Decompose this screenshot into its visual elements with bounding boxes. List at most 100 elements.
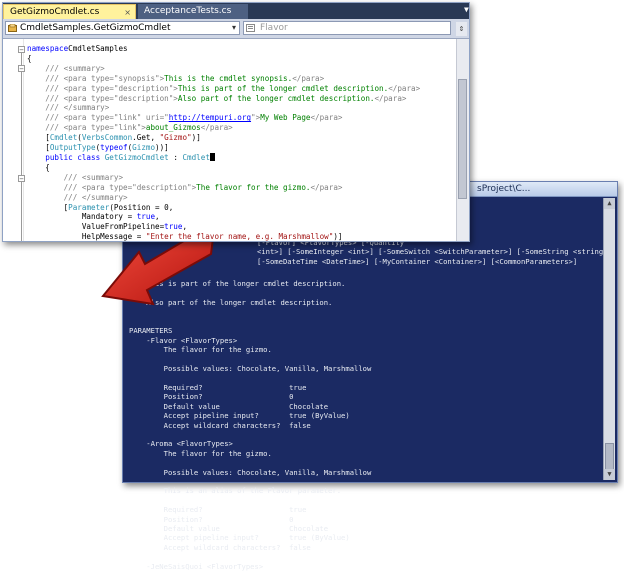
code-token: about_Gizmos bbox=[145, 123, 201, 133]
tab-label: AcceptanceTests.cs bbox=[144, 6, 232, 16]
code-line: /// <para type="link" uri="http://tempur… bbox=[27, 113, 343, 123]
code-token: , bbox=[182, 222, 188, 232]
code-token: <para type="link"> bbox=[63, 123, 146, 133]
code-token: true bbox=[136, 212, 156, 222]
code-token: Mandatory = bbox=[27, 212, 137, 222]
code-token: /// bbox=[27, 182, 82, 192]
code-line: { bbox=[27, 54, 32, 63]
source-code: namespaceCmdletSamples { /// <summary> /… bbox=[27, 44, 420, 241]
code-token: )] bbox=[333, 232, 343, 241]
code-token: .Get, bbox=[132, 133, 160, 143]
code-token: OutputType bbox=[49, 143, 96, 153]
code-editor-window[interactable]: GetGizmoCmdlet.cs × AcceptanceTests.cs ▼… bbox=[2, 2, 470, 242]
code-token: <para type="synopsis"> bbox=[63, 73, 165, 83]
code-token: [ bbox=[27, 202, 69, 212]
code-token: /// bbox=[27, 113, 64, 123]
code-token: </summary> bbox=[81, 192, 128, 202]
code-token: : bbox=[168, 152, 183, 162]
arrow-icon bbox=[101, 232, 215, 306]
code-line: /// </summary> bbox=[27, 193, 128, 202]
code-token: <summary> bbox=[81, 172, 124, 182]
code-line: /// <para type="description">The flavor … bbox=[27, 182, 343, 192]
code-line: /// <para type="description">Also part o… bbox=[27, 94, 406, 103]
code-token: { bbox=[27, 162, 50, 172]
code-token: Also part of the longer cmdlet descripti… bbox=[177, 93, 375, 103]
class-icon bbox=[8, 24, 17, 32]
tab-label: GetGizmoCmdlet.cs bbox=[10, 7, 100, 17]
code-line: Mandatory = true, bbox=[27, 212, 160, 221]
code-line: /// <para type="synopsis">This is the cm… bbox=[27, 74, 324, 83]
code-token: [ bbox=[27, 143, 50, 153]
navigation-bar: CmdletSamples.GetGizmoCmdlet ▾ Flavor bbox=[3, 19, 469, 39]
split-icon[interactable]: ⇕ bbox=[456, 22, 467, 36]
code-line: namespaceCmdletSamples bbox=[27, 44, 128, 53]
tab-acceptancetests[interactable]: AcceptanceTests.cs bbox=[138, 4, 248, 19]
console-output-text: ESCRIPTION This is part of the longer cm… bbox=[129, 270, 372, 571]
code-token: Parameter bbox=[68, 202, 110, 212]
editor-scroll-thumb[interactable] bbox=[458, 79, 467, 199]
code-token: /// bbox=[27, 83, 64, 93]
code-token: [ bbox=[27, 133, 50, 143]
code-token: The flavor for the gizmo. bbox=[196, 182, 311, 192]
code-token: </para> bbox=[374, 93, 407, 103]
code-line: ValueFromPipeline=true, bbox=[27, 222, 187, 231]
code-line: [Cmdlet(VerbsCommon.Get, "Gizmo")] bbox=[27, 133, 201, 142]
tab-getgizmocmdlet[interactable]: GetGizmoCmdlet.cs × bbox=[3, 4, 136, 19]
console-usage-text: [-Flavor] <FlavorTypes> [-Quantity <int>… bbox=[257, 238, 612, 266]
editor-vertical-scrollbar[interactable] bbox=[456, 39, 469, 241]
outline-gutter: − − − bbox=[3, 39, 25, 241]
fold-line bbox=[21, 72, 22, 241]
code-token: { bbox=[27, 53, 32, 63]
collapse-icon[interactable]: − bbox=[18, 46, 25, 54]
class-dropdown-value: CmdletSamples.GetGizmoCmdlet bbox=[20, 23, 171, 33]
console-title: sProject\C... bbox=[477, 184, 531, 194]
code-line: /// </summary> bbox=[27, 103, 109, 112]
code-token: , bbox=[155, 212, 160, 222]
code-token: CmdletSamples bbox=[68, 44, 128, 53]
class-dropdown[interactable]: CmdletSamples.GetGizmoCmdlet ▾ bbox=[5, 21, 240, 35]
code-token: namespace bbox=[27, 44, 69, 53]
chevron-down-icon[interactable]: ▾ bbox=[232, 22, 236, 34]
code-token: /// bbox=[27, 63, 64, 73]
code-token: This is the cmdlet synopsis. bbox=[164, 73, 293, 83]
code-area[interactable]: − − − namespaceCmdletSamples { /// <summ… bbox=[3, 39, 457, 241]
code-token: </para> bbox=[388, 83, 421, 93]
code-token: /// bbox=[27, 172, 82, 182]
code-token: This is part of the longer cmdlet descri… bbox=[177, 83, 389, 93]
code-token: ))] bbox=[155, 143, 169, 153]
code-token: <para type="description"> bbox=[63, 93, 178, 103]
code-token: /// bbox=[27, 103, 64, 113]
code-line: [OutputType(typeof(Gizmo))] bbox=[27, 143, 169, 153]
console-vertical-scrollbar[interactable]: ▲ ▼ bbox=[603, 198, 615, 480]
code-token: (Position = 0, bbox=[109, 202, 174, 212]
collapse-icon[interactable]: − bbox=[18, 175, 25, 183]
scroll-down-icon[interactable]: ▼ bbox=[604, 469, 615, 480]
code-token: HelpMessage = bbox=[27, 232, 146, 241]
code-token: Cmdlet bbox=[49, 133, 78, 143]
collapse-icon[interactable]: − bbox=[18, 65, 25, 73]
code-line: /// <para type="description">This is par… bbox=[27, 84, 420, 93]
code-token: Gizmo bbox=[132, 143, 156, 153]
code-token: true bbox=[164, 222, 183, 232]
code-token: http://tempuri.org bbox=[168, 113, 252, 123]
code-token: <para type="description"> bbox=[81, 182, 197, 192]
code-line: HelpMessage = "Enter the flavor name, e.… bbox=[27, 232, 343, 241]
code-line: /// <summary> bbox=[27, 173, 123, 182]
scroll-up-icon[interactable]: ▲ bbox=[604, 198, 615, 209]
code-token: <para type="link" uri=" bbox=[63, 113, 169, 123]
code-line: { bbox=[27, 163, 50, 172]
property-icon bbox=[246, 24, 255, 32]
close-icon[interactable]: × bbox=[124, 5, 131, 20]
text-caret bbox=[209, 152, 215, 161]
code-token: "> bbox=[251, 113, 261, 123]
member-dropdown[interactable]: Flavor bbox=[243, 21, 451, 35]
code-token: <para type="description"> bbox=[63, 83, 178, 93]
code-line: /// <para type="link">about_Gizmos</para… bbox=[27, 123, 232, 133]
member-dropdown-value: Flavor bbox=[260, 23, 288, 33]
code-token: "Enter the flavor name, e.g. Marshmallow… bbox=[145, 232, 334, 241]
code-token: /// bbox=[27, 93, 64, 103]
code-token: </para> bbox=[292, 73, 325, 83]
code-token: </para> bbox=[310, 113, 343, 123]
code-token: VerbsCommon bbox=[81, 133, 133, 143]
code-line: /// <summary> bbox=[27, 63, 104, 73]
